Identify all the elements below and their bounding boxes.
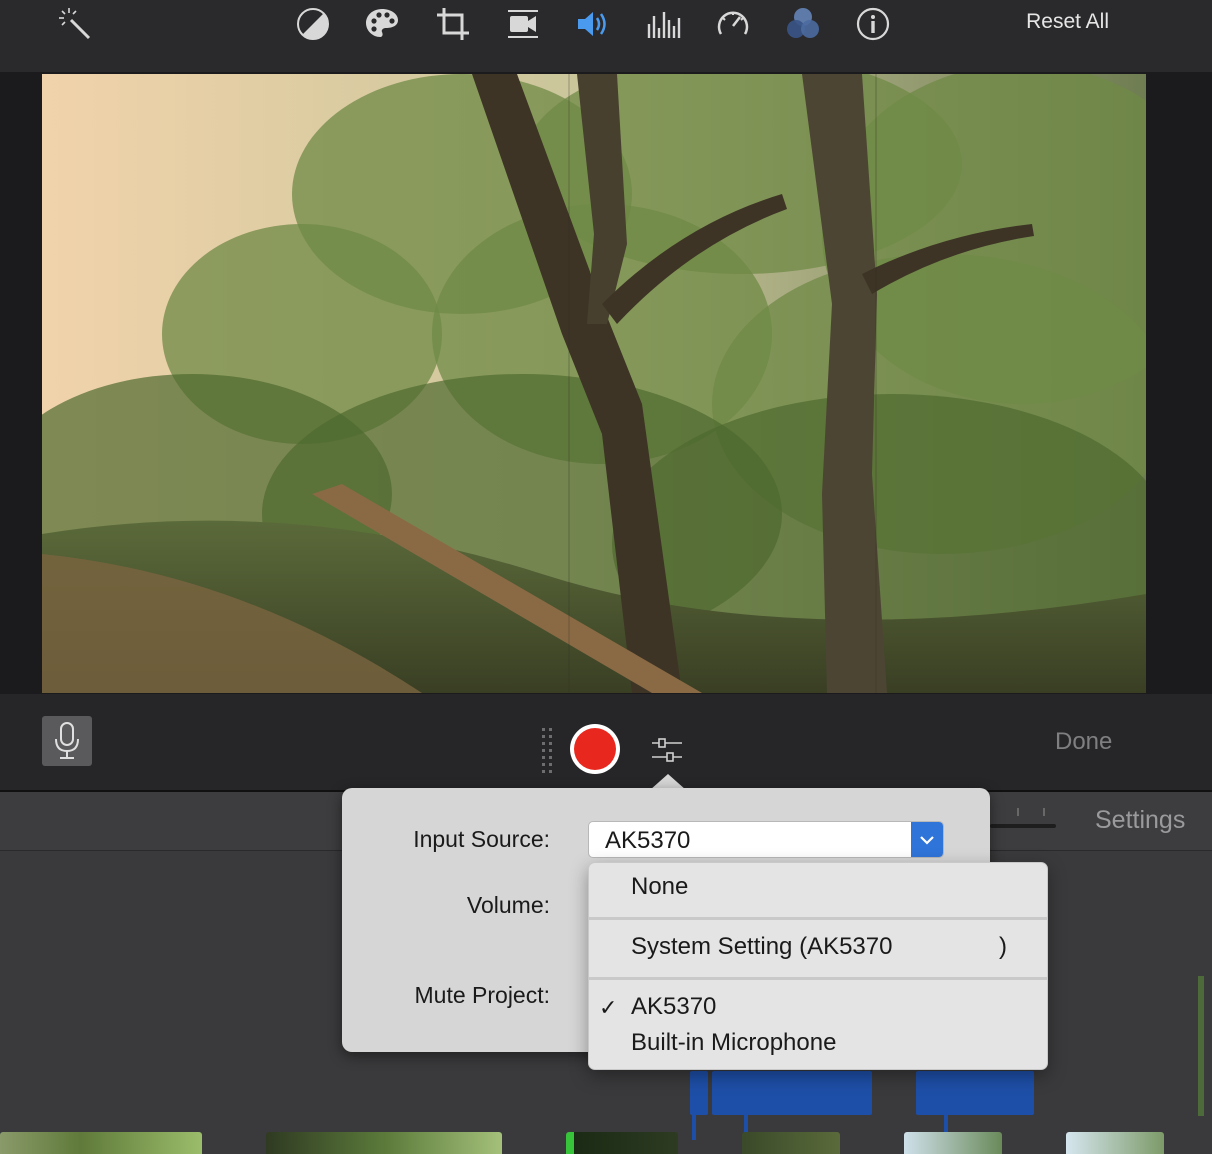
forest-frame [42, 74, 1146, 693]
menu-item-built-in-microphone[interactable]: Built-in Microphone [631, 1029, 836, 1057]
zoom-slider-ticks [1017, 808, 1045, 816]
volume-label: Volume: [466, 892, 550, 918]
magic-wand-icon[interactable] [55, 4, 95, 44]
record-button[interactable] [570, 724, 620, 774]
checkmark-icon: ✓ [599, 995, 618, 1020]
chevron-down-icon[interactable] [911, 822, 943, 857]
video-clip-thumbnail[interactable] [904, 1132, 1002, 1154]
video-clip-thumbnail[interactable] [1066, 1132, 1164, 1154]
filter-icon[interactable] [783, 4, 823, 44]
done-button[interactable]: Done [1055, 728, 1112, 756]
menu-item-none[interactable]: None [631, 873, 688, 901]
menu-item-system-setting[interactable]: System Setting (AK5370 [631, 933, 892, 961]
clip-stem [692, 1110, 696, 1140]
input-source-label: Input Source: [413, 826, 550, 852]
microphone-icon [55, 722, 79, 759]
audio-clip[interactable] [916, 1071, 1034, 1115]
menu-item-ak5370[interactable]: AK5370 [631, 993, 716, 1021]
volume-icon[interactable] [573, 4, 613, 44]
info-icon[interactable] [853, 4, 893, 44]
menu-separator [589, 917, 1047, 920]
voiceover-options-icon[interactable] [650, 735, 684, 765]
reset-all-button[interactable]: Reset All [1026, 10, 1109, 34]
audio-clip[interactable] [712, 1071, 872, 1115]
speed-icon[interactable] [713, 4, 753, 44]
mute-project-label: Mute Project: [414, 982, 551, 1008]
voiceover-mic-button[interactable] [42, 716, 92, 766]
stabilization-icon[interactable] [503, 4, 543, 44]
zoom-slider-track[interactable] [990, 824, 1056, 828]
input-source-value: AK5370 [605, 827, 691, 854]
video-preview [42, 74, 1146, 693]
video-clip-thumbnail[interactable] [0, 1132, 202, 1154]
clip-edge [1198, 976, 1204, 1116]
crop-icon[interactable] [433, 4, 473, 44]
video-clip-thumbnail[interactable] [566, 1132, 678, 1154]
video-clip-thumbnail[interactable] [742, 1132, 840, 1154]
input-source-select[interactable]: AK5370 [588, 821, 944, 858]
input-source-menu: None System Setting (AK5370 ) ✓ AK5370 B… [588, 862, 1048, 1070]
color-palette-icon[interactable] [362, 4, 402, 44]
level-meter-grip [542, 728, 552, 773]
record-dot-icon [574, 728, 616, 770]
timeline-settings-button[interactable]: Settings [1095, 806, 1185, 835]
video-clip-thumbnail[interactable] [266, 1132, 502, 1154]
menu-separator [589, 977, 1047, 980]
menu-item-system-setting-suffix: ) [999, 933, 1007, 960]
equalizer-icon[interactable] [643, 4, 683, 44]
audio-clip[interactable] [690, 1071, 708, 1115]
color-balance-icon[interactable] [293, 4, 333, 44]
